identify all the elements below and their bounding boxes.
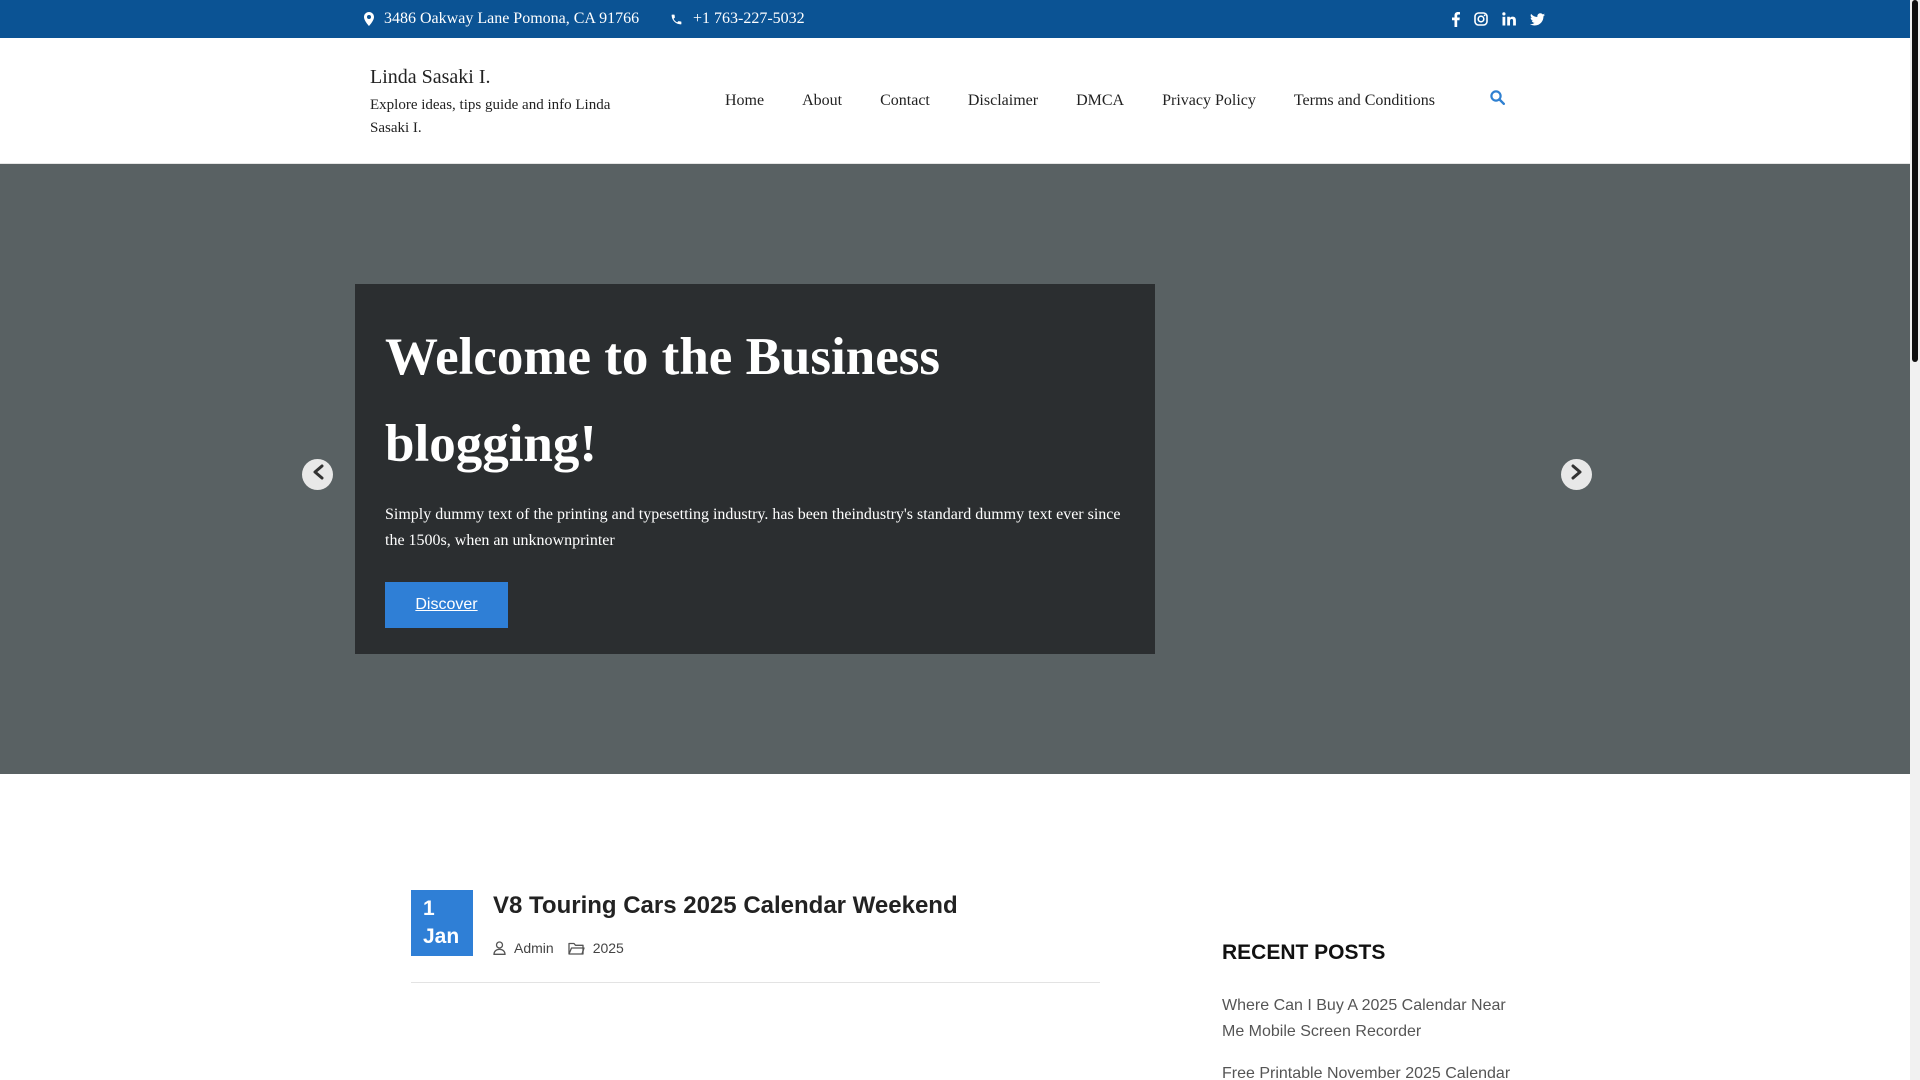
post-divider: [411, 982, 1100, 983]
phone-info: +1 763-227-5032: [670, 0, 805, 38]
recent-post-link[interactable]: Free Printable November 2025 Calendar: [1222, 1065, 1510, 1080]
chevron-right-icon: [1570, 464, 1584, 485]
post-date-badge: 1 Jan: [411, 890, 473, 956]
nav-about[interactable]: About: [802, 92, 842, 110]
nav-terms-and-conditions[interactable]: Terms and Conditions: [1294, 92, 1435, 110]
top-bar: 3486 Oakway Lane Pomona, CA 91766 +1 763…: [0, 0, 1910, 38]
hero-slider: Welcome to the Business blogging! Simply…: [0, 164, 1910, 774]
post-title[interactable]: V8 Touring Cars 2025 Calendar Weekend: [493, 892, 958, 920]
hero-caption-box: Welcome to the Business blogging! Simply…: [355, 284, 1155, 654]
nav-contact[interactable]: Contact: [880, 92, 930, 110]
post-meta: Admin 2025: [493, 940, 638, 956]
main-nav: Home About Contact Disclaimer DMCA Priva…: [725, 38, 1473, 164]
nav-home[interactable]: Home: [725, 92, 764, 110]
user-icon: [493, 941, 506, 955]
page-scrollbar-thumb[interactable]: [1912, 0, 1918, 362]
discover-button[interactable]: Discover: [385, 582, 508, 628]
site-description: Explore ideas, tips guide and info Linda…: [370, 97, 611, 136]
post-category-name: 2025: [592, 940, 624, 956]
list-item: Free Printable November 2025 Calendar: [1222, 1061, 1522, 1080]
slider-prev-button[interactable]: [302, 459, 333, 490]
recent-posts-list: Where Can I Buy A 2025 Calendar Near Me …: [1222, 993, 1522, 1080]
recent-post-link[interactable]: Where Can I Buy A 2025 Calendar Near Me …: [1222, 997, 1506, 1040]
recent-posts-title: RECENT POSTS: [1222, 941, 1386, 964]
folder-icon: [568, 942, 585, 955]
nav-dmca[interactable]: DMCA: [1076, 92, 1124, 110]
search-icon[interactable]: [1490, 90, 1505, 105]
chevron-left-icon: [311, 464, 325, 485]
site-header: Linda Sasaki I. Explore ideas, tips guid…: [0, 38, 1910, 164]
list-item: Where Can I Buy A 2025 Calendar Near Me …: [1222, 993, 1522, 1045]
address-info: 3486 Oakway Lane Pomona, CA 91766: [364, 0, 639, 38]
map-marker-icon: [364, 12, 374, 26]
hero-title: Welcome to the Business blogging!: [385, 328, 940, 473]
social-links: [1452, 0, 1545, 38]
linkedin-icon[interactable]: [1502, 12, 1516, 26]
nav-disclaimer[interactable]: Disclaimer: [968, 92, 1038, 110]
facebook-icon[interactable]: [1452, 11, 1460, 27]
post-author[interactable]: Admin: [493, 940, 554, 956]
post-category[interactable]: 2025: [568, 940, 624, 956]
nav-privacy-policy[interactable]: Privacy Policy: [1162, 92, 1256, 110]
phone-icon: [670, 13, 683, 26]
post-date-month: Jan: [423, 925, 460, 948]
address-text: 3486 Oakway Lane Pomona, CA 91766: [384, 10, 640, 27]
post-date-day: 1: [423, 897, 435, 920]
instagram-icon[interactable]: [1474, 12, 1488, 26]
site-title[interactable]: Linda Sasaki I.: [370, 66, 491, 89]
phone-text: +1 763-227-5032: [693, 10, 805, 27]
slider-next-button[interactable]: [1561, 459, 1592, 490]
hero-text: Simply dummy text of the printing and ty…: [385, 506, 1121, 549]
twitter-icon[interactable]: [1530, 12, 1545, 26]
post-author-name: Admin: [514, 940, 554, 956]
